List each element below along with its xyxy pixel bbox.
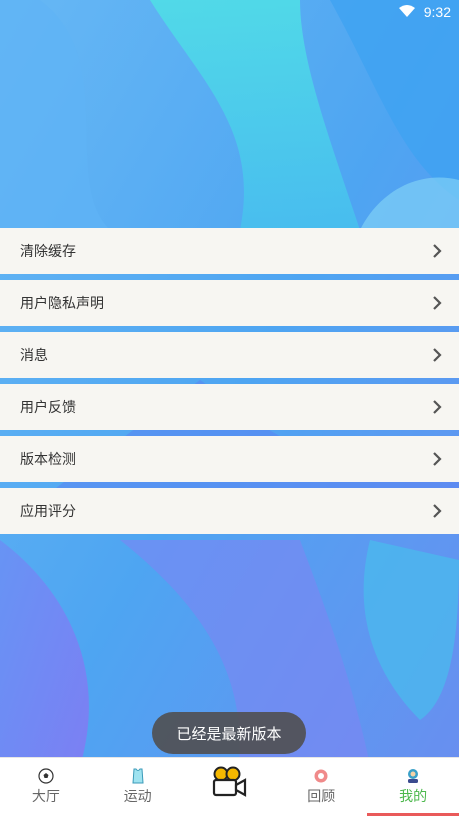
lifebuoy-icon (314, 769, 328, 783)
tab-label: 我的 (399, 789, 428, 805)
menu-item-clear-cache[interactable]: 清除缓存 (0, 228, 459, 274)
chevron-right-icon (433, 244, 442, 258)
status-bar: 9:32 (0, 0, 459, 24)
tab-mine[interactable]: 我的 (367, 758, 459, 816)
menu-item-label: 清除缓存 (20, 244, 76, 260)
tab-label: 大厅 (31, 789, 60, 805)
menu-item-label: 用户隐私声明 (20, 296, 104, 312)
menu-item-rate-app[interactable]: 应用评分 (0, 488, 459, 534)
chevron-right-icon (433, 452, 442, 466)
tab-live-video[interactable] (184, 758, 276, 816)
wifi-icon (399, 5, 415, 22)
user-icon (408, 769, 419, 783)
video-camera-icon (213, 766, 247, 797)
menu-item-label: 消息 (20, 348, 48, 364)
bottom-tab-bar: 大厅 运动 回顾 我的 (0, 757, 459, 816)
menu-item-privacy[interactable]: 用户隐私声明 (0, 280, 459, 326)
menu-item-messages[interactable]: 消息 (0, 332, 459, 378)
chevron-right-icon (433, 400, 442, 414)
tab-lobby[interactable]: 大厅 (0, 758, 92, 816)
menu-item-label: 版本检测 (20, 452, 76, 468)
menu-item-label: 用户反馈 (20, 400, 76, 416)
tab-label: 运动 (123, 789, 152, 805)
tab-review[interactable]: 回顾 (275, 758, 367, 816)
jersey-icon (132, 768, 144, 784)
menu-item-label: 应用评分 (20, 504, 76, 520)
tab-label: 回顾 (307, 789, 336, 805)
status-time: 9:32 (423, 4, 451, 20)
menu-item-version-check[interactable]: 版本检测 (0, 436, 459, 482)
chevron-right-icon (433, 504, 442, 518)
menu-item-feedback[interactable]: 用户反馈 (0, 384, 459, 430)
toast-message: 已经是最新版本 (152, 712, 306, 754)
chevron-right-icon (433, 348, 442, 362)
soccer-ball-icon (38, 768, 54, 784)
tab-sports[interactable]: 运动 (92, 758, 184, 816)
chevron-right-icon (433, 296, 442, 310)
settings-menu: 清除缓存 用户隐私声明 消息 用户反馈 版本检测 应用评分 (0, 228, 459, 540)
